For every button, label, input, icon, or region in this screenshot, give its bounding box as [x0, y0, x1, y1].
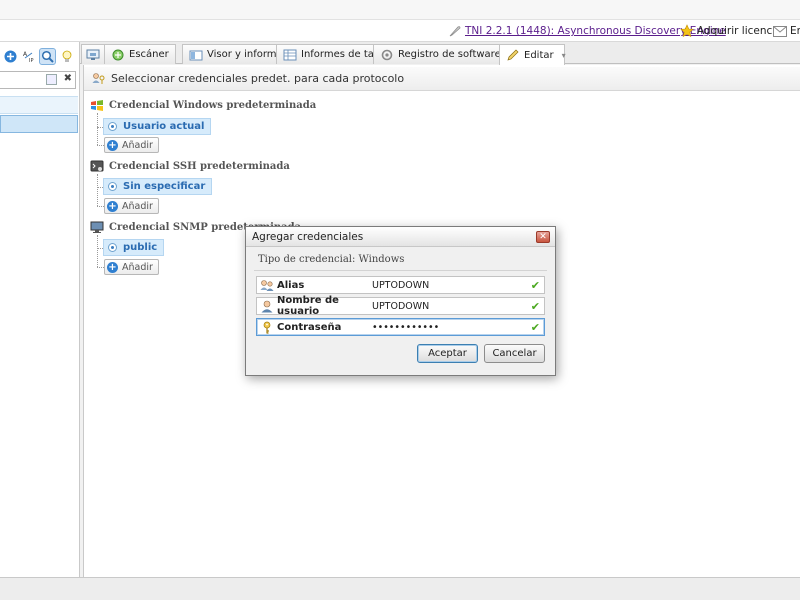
tree-connector — [97, 206, 104, 207]
ssh-add-button[interactable]: + Añadir — [104, 198, 159, 214]
tip-button[interactable] — [58, 48, 75, 65]
tree-connector — [97, 145, 104, 146]
alias-field[interactable]: Alias ✔ — [256, 276, 545, 294]
tab-scanner[interactable]: Escáner — [104, 44, 176, 64]
tab-software-registry[interactable]: Registro de software — [373, 44, 508, 64]
close-icon[interactable]: ✕ — [536, 231, 550, 243]
tree-connector — [97, 267, 104, 268]
snmp-credential-chip[interactable]: public — [103, 239, 165, 256]
windows-logo-icon — [91, 99, 103, 111]
password-field[interactable]: Contraseña ✔ — [256, 318, 545, 336]
license-label: Adquirir licencia — [697, 25, 782, 37]
tab-bar: Escáner Visor y informes Informes de tab… — [80, 42, 800, 65]
alias-input[interactable] — [372, 279, 532, 291]
radio-icon — [108, 122, 117, 131]
plus-icon: + — [107, 261, 118, 273]
ssh-credential-title: Credencial SSH predeterminada — [90, 158, 290, 174]
envelope-icon — [773, 25, 787, 37]
tab-label: Editar — [524, 49, 554, 61]
left-search-input[interactable]: ✖ — [0, 71, 76, 89]
terminal-icon — [90, 160, 104, 171]
windows-credential-chip[interactable]: Usuario actual — [103, 118, 212, 135]
add-credentials-dialog: Agregar credenciales ✕ Tipo de credencia… — [245, 226, 556, 376]
pencil-icon — [507, 49, 519, 61]
sort-az-icon: AIP — [23, 51, 34, 64]
tab-label: Escáner — [129, 49, 169, 60]
divider — [254, 270, 547, 271]
user-icon — [260, 299, 274, 313]
check-icon: ✔ — [530, 279, 540, 292]
feather-icon — [449, 26, 461, 37]
cancel-button[interactable]: Cancelar — [484, 344, 545, 363]
tab-network[interactable] — [81, 44, 105, 64]
header-bar: TNI 2.2.1 (1448): Asynchronous Discovery… — [0, 20, 800, 42]
email-link[interactable]: En — [773, 22, 800, 40]
password-label: Contraseña — [277, 321, 342, 333]
tree-connector — [97, 174, 98, 206]
username-field[interactable]: Nombre de usuario ✔ — [256, 295, 545, 317]
page-title: Seleccionar credenciales predet. para ca… — [111, 72, 405, 85]
table-icon — [283, 49, 297, 60]
users-icon — [260, 278, 274, 292]
viewer-icon — [189, 50, 203, 60]
users-key-icon — [92, 73, 105, 84]
save-icon[interactable] — [46, 74, 57, 85]
chevron-down-icon[interactable]: ▾ — [562, 51, 566, 60]
accept-button[interactable]: Aceptar — [417, 344, 478, 363]
plus-icon: + — [107, 200, 118, 212]
alias-label: Alias — [277, 279, 305, 291]
status-bar — [0, 577, 800, 600]
tree-row[interactable] — [0, 96, 78, 114]
monitor-icon — [90, 221, 104, 233]
snmp-add-button[interactable]: + Añadir — [104, 259, 159, 275]
check-icon: ✔ — [530, 321, 540, 334]
window-top-strip — [0, 0, 800, 20]
scanner-icon — [112, 49, 124, 60]
tree-row-selected[interactable] — [0, 115, 78, 133]
username-input[interactable] — [372, 300, 532, 312]
plus-icon: + — [107, 139, 118, 151]
add-node-button[interactable] — [2, 48, 19, 65]
username-label: Nombre de usuario — [277, 295, 339, 317]
windows-add-button[interactable]: + Añadir — [104, 137, 159, 153]
dialog-title-bar[interactable]: Agregar credenciales — [246, 227, 555, 247]
section-header: Seleccionar credenciales predet. para ca… — [84, 67, 800, 91]
search-button[interactable] — [39, 48, 56, 65]
check-icon: ✔ — [530, 300, 540, 313]
tree-connector — [97, 235, 98, 267]
plus-circle-icon — [4, 50, 17, 63]
credential-type-label: Tipo de credencial: Windows — [258, 254, 405, 265]
key-icon — [260, 320, 274, 334]
password-input[interactable] — [372, 321, 532, 333]
tab-label: Registro de software — [398, 49, 501, 60]
software-icon — [381, 49, 393, 60]
clear-search-icon[interactable]: ✖ — [64, 73, 72, 84]
tree-connector — [97, 113, 98, 145]
network-icon — [86, 49, 100, 60]
dialog-title: Agregar credenciales — [252, 230, 364, 243]
svg-text:IP: IP — [29, 58, 34, 64]
radio-icon — [108, 182, 117, 191]
email-label: En — [790, 25, 800, 37]
license-link[interactable]: Adquirir licencia — [680, 22, 782, 40]
ssh-credential-chip[interactable]: Sin especificar — [103, 178, 213, 195]
left-toolbar: A IP — [0, 46, 80, 68]
radio-icon — [108, 243, 117, 252]
lightbulb-icon — [62, 50, 71, 62]
tab-edit[interactable]: Editar ▾ — [499, 44, 566, 65]
magnifier-icon — [41, 50, 54, 63]
windows-credential-title: Credencial Windows predeterminada — [90, 97, 316, 113]
star-icon — [680, 24, 694, 38]
sort-az-button[interactable]: A IP — [21, 48, 38, 65]
left-pane: A IP ✖ — [0, 42, 80, 577]
